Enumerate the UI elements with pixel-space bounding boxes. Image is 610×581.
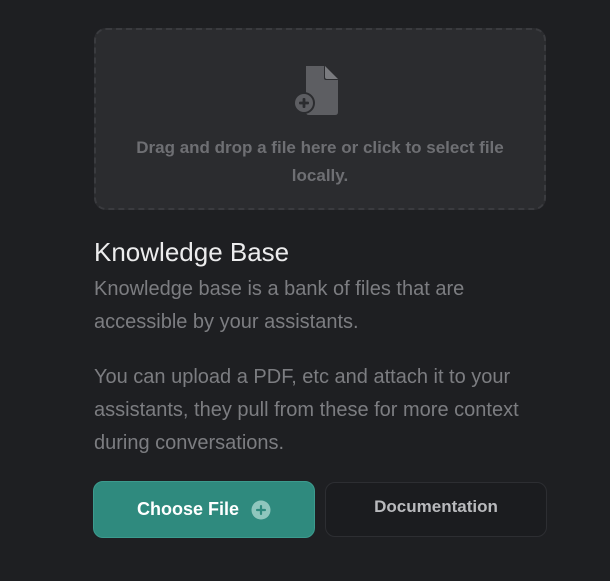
documentation-button[interactable]: Documentation [325,482,547,537]
kb-description: Knowledge base is a bank of files that a… [94,278,465,333]
plus-circle-icon [251,500,271,519]
dropzone-instructions: Drag and drop a file here or click to se… [136,138,504,185]
choose-file-button[interactable]: Choose File [93,481,315,538]
kb-details: You can upload a PDF, etc and attach it … [94,366,519,454]
page-title: Knowledge Base [94,237,290,267]
choose-file-label: Choose File [136,499,239,519]
file-plus-icon [293,66,338,115]
file-dropzone[interactable]: Drag and drop a file here or click to se… [94,28,546,210]
